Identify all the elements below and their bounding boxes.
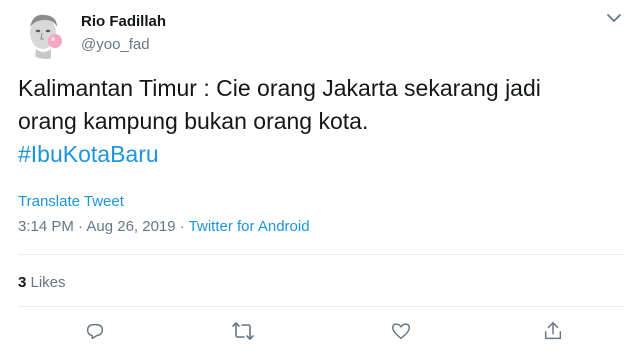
retweet-icon[interactable] xyxy=(230,318,256,344)
divider xyxy=(18,306,624,307)
divider xyxy=(18,254,624,255)
heart-icon[interactable] xyxy=(388,318,414,344)
tweet-text-line: Kalimantan Timur : Cie orang Jakarta sek… xyxy=(18,75,541,101)
likes-stat[interactable]: 3 Likes xyxy=(18,274,66,291)
tweet-meta: 3:14 PM · Aug 26, 2019 · Twitter for And… xyxy=(18,218,310,235)
tweet-text: Kalimantan Timur : Cie orang Jakarta sek… xyxy=(18,72,618,171)
avatar[interactable] xyxy=(21,9,71,59)
tweet-text-line: orang kampung bukan orang kota. xyxy=(18,108,369,134)
chevron-down-icon[interactable] xyxy=(602,6,626,30)
likes-label: Likes xyxy=(26,274,66,291)
author-name[interactable]: Rio Fadillah xyxy=(81,13,166,30)
source-link[interactable]: Twitter for Android xyxy=(189,218,310,235)
hashtag-link[interactable]: #IbuKotaBaru xyxy=(18,141,159,167)
share-icon[interactable] xyxy=(540,318,566,344)
reply-icon[interactable] xyxy=(82,318,108,344)
translate-tweet-link[interactable]: Translate Tweet xyxy=(18,193,124,210)
author-handle[interactable]: @yoo_fad xyxy=(81,36,150,53)
timestamp[interactable]: 3:14 PM · Aug 26, 2019 · xyxy=(18,218,189,235)
